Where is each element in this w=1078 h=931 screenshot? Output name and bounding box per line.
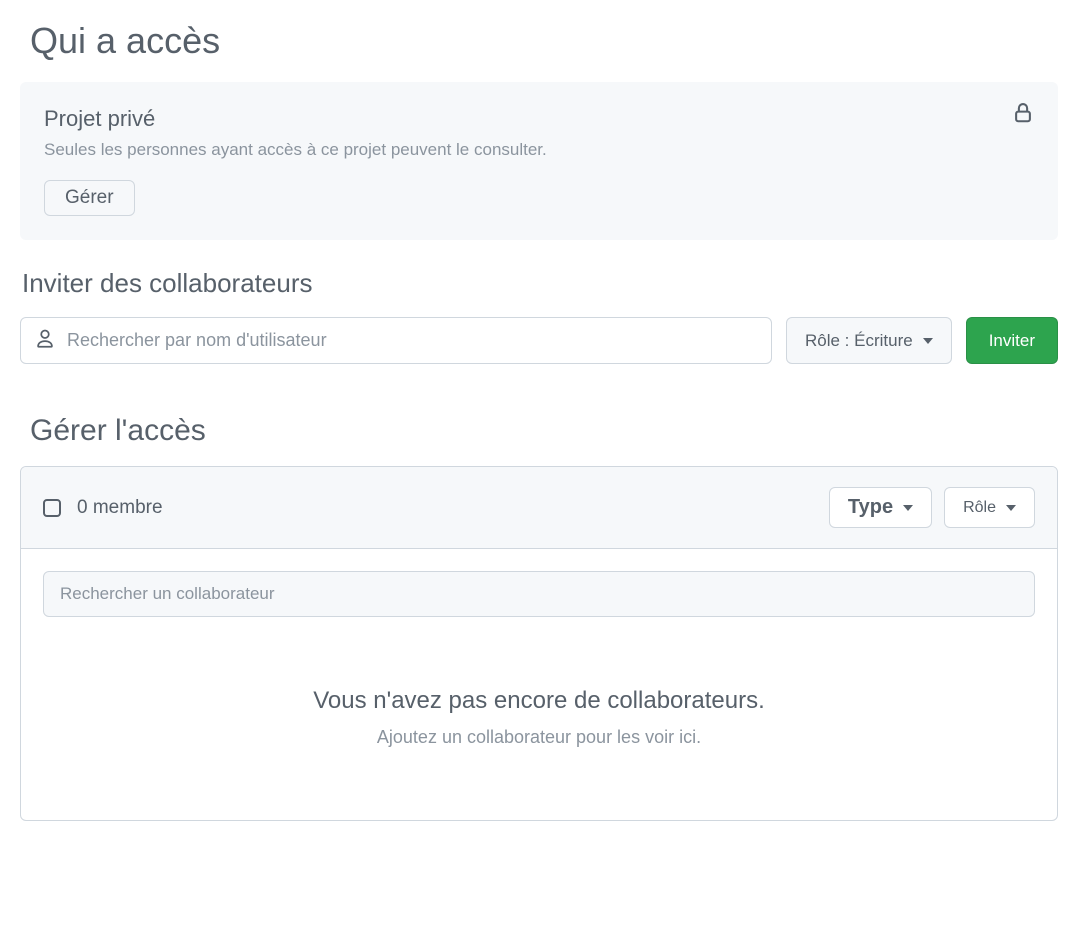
caret-down-icon bbox=[903, 505, 913, 511]
member-count: 0 membre bbox=[77, 497, 163, 519]
manage-section-title: Gérer l'accès bbox=[30, 414, 1058, 448]
visibility-title: Projet privé bbox=[44, 106, 1034, 132]
manage-access-body: Vous n'avez pas encore de collaborateurs… bbox=[21, 549, 1057, 820]
page-title: Qui a accès bbox=[30, 20, 1058, 62]
invite-row: Rôle : Écriture Inviter bbox=[20, 317, 1058, 364]
invite-search-input[interactable] bbox=[67, 330, 757, 351]
role-filter-label: Rôle bbox=[963, 499, 996, 517]
select-all-checkbox[interactable] bbox=[43, 499, 61, 517]
invite-section-title: Inviter des collaborateurs bbox=[22, 268, 1058, 299]
collaborator-search-input[interactable] bbox=[43, 571, 1035, 617]
empty-state-title: Vous n'avez pas encore de collaborateurs… bbox=[63, 687, 1015, 715]
type-filter-label: Type bbox=[848, 496, 893, 519]
manage-access-panel: 0 membre Type Rôle Vous n'avez pas encor… bbox=[20, 466, 1058, 821]
invite-search-wrap[interactable] bbox=[20, 317, 772, 364]
visibility-description: Seules les personnes ayant accès à ce pr… bbox=[44, 140, 1034, 160]
role-filter-button[interactable]: Rôle bbox=[944, 487, 1035, 528]
manage-access-header: 0 membre Type Rôle bbox=[21, 467, 1057, 549]
person-icon bbox=[35, 328, 67, 353]
caret-down-icon bbox=[1006, 505, 1016, 511]
caret-down-icon bbox=[923, 338, 933, 344]
manage-visibility-button[interactable]: Gérer bbox=[44, 180, 135, 216]
role-dropdown-label: Rôle : Écriture bbox=[805, 331, 913, 351]
empty-state: Vous n'avez pas encore de collaborateurs… bbox=[43, 617, 1035, 798]
invite-button[interactable]: Inviter bbox=[966, 317, 1058, 364]
empty-state-subtitle: Ajoutez un collaborateur pour les voir i… bbox=[63, 727, 1015, 748]
type-filter-button[interactable]: Type bbox=[829, 487, 932, 528]
role-dropdown[interactable]: Rôle : Écriture bbox=[786, 317, 952, 364]
visibility-card: Projet privé Seules les personnes ayant … bbox=[20, 82, 1058, 240]
